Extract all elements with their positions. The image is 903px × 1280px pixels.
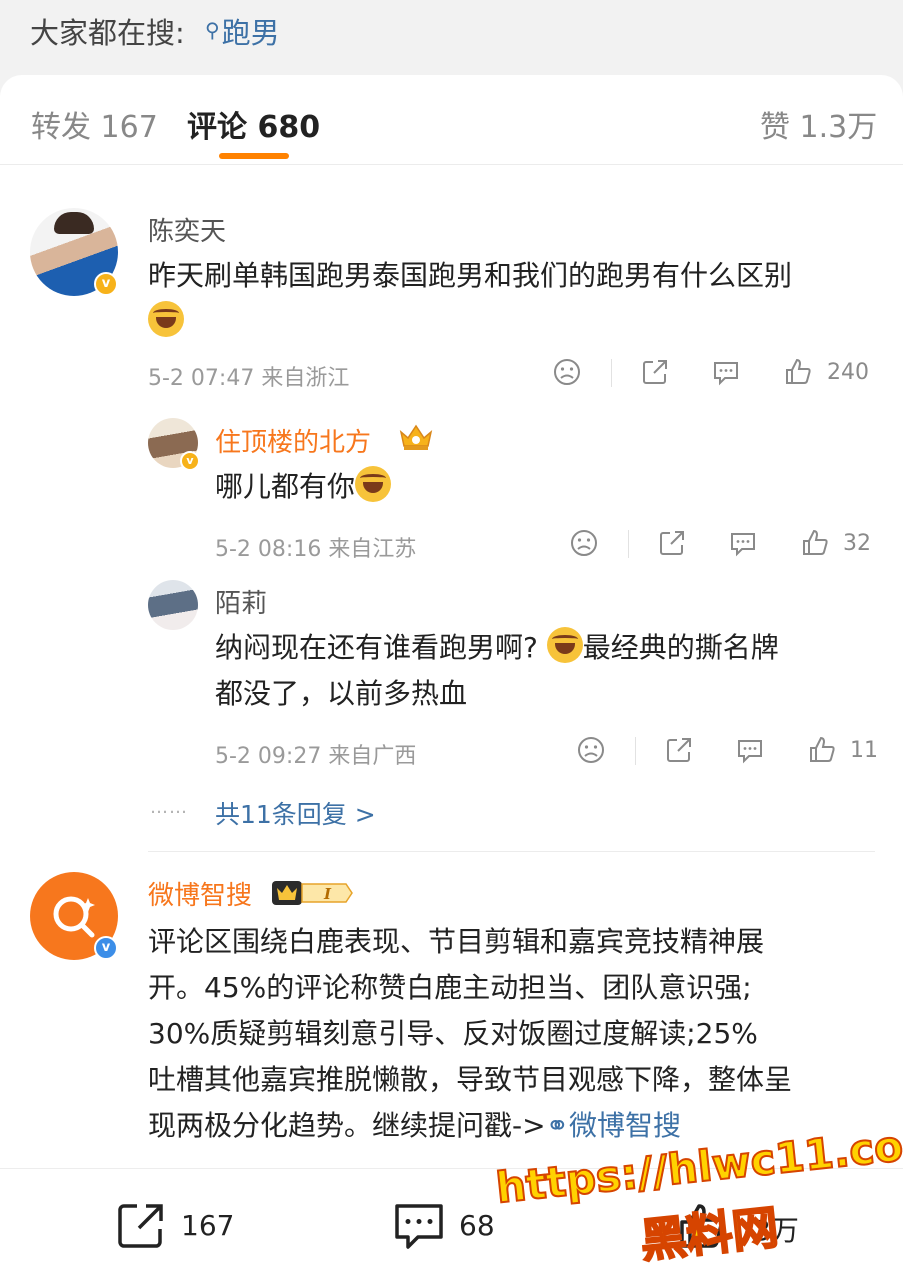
summary-line: 吐槽其他嘉宾推脱懒散，导致节目观感下降，整体呈	[148, 1063, 793, 1096]
action-separator	[628, 530, 629, 558]
active-tab-indicator	[219, 153, 289, 159]
crown-badge-icon	[399, 424, 433, 450]
comment-username[interactable]: 陈奕天	[148, 211, 226, 248]
share-icon[interactable]	[640, 357, 670, 387]
tab-bar: 转发 167 评论 680 赞 1.3万	[0, 75, 903, 165]
like-icon[interactable]	[783, 357, 813, 387]
share-icon[interactable]	[657, 528, 687, 558]
like-count: 32	[843, 531, 871, 556]
reply-username[interactable]: 陌莉	[215, 583, 267, 620]
dislike-icon[interactable]	[552, 357, 582, 387]
tab-repost[interactable]: 转发 167	[31, 102, 158, 146]
reply-text: 纳闷现在还有谁看跑男啊? 最经典的撕名牌 都没了，以前多热血	[215, 625, 875, 717]
badge-level-text: I	[323, 885, 332, 903]
level-badge-icon: I	[272, 881, 353, 905]
action-separator	[611, 359, 612, 387]
summary-line: 评论区围绕白鹿表现、节目剪辑和嘉宾竞技精神展	[148, 925, 765, 958]
cry-laugh-emoji-icon	[546, 627, 583, 663]
like-count: 240	[827, 360, 869, 385]
like-icon[interactable]	[807, 735, 837, 765]
reply-meta: 5-2 09:27 来自广西	[215, 744, 417, 769]
reply-text-part1: 纳闷现在还有谁看跑男啊?	[215, 631, 538, 664]
share-icon	[118, 1204, 163, 1248]
bottom-comment-count: 68	[459, 1209, 495, 1242]
summary-line: 现两极分化趋势。继续提问戳->	[148, 1109, 546, 1142]
comment-meta: 5-2 07:47 来自浙江	[148, 366, 350, 391]
more-replies-link[interactable]: 共11条回复 >	[215, 795, 376, 831]
cry-laugh-emoji-icon	[355, 466, 392, 502]
tab-comment[interactable]: 评论 680	[187, 102, 320, 146]
reply-icon[interactable]	[728, 528, 758, 558]
tab-like[interactable]: 赞 1.3万	[760, 102, 877, 146]
reply-meta: 5-2 08:16 来自江苏	[215, 537, 417, 562]
laugh-emoji-icon	[148, 301, 184, 337]
search-keyword: 跑男	[221, 16, 280, 50]
comment-text: 昨天刷单韩国跑男泰国跑男和我们的跑男有什么区别	[148, 253, 878, 345]
verified-gold-icon: v	[180, 451, 200, 471]
like-count: 11	[850, 738, 878, 763]
reply-text-part2: 最经典的撕名牌	[582, 631, 779, 664]
like-icon[interactable]	[800, 528, 830, 558]
reply-icon[interactable]	[735, 735, 765, 765]
comment-icon	[395, 1204, 443, 1249]
verified-blue-icon: v	[94, 936, 118, 960]
comment-text-content: 昨天刷单韩国跑男泰国跑男和我们的跑男有什么区别	[148, 259, 793, 292]
hair-shape	[54, 212, 94, 234]
search-hint-bar: 大家都在搜: ⚲跑男	[0, 0, 903, 75]
search-hint-label: 大家都在搜:	[30, 16, 185, 50]
share-icon[interactable]	[664, 735, 694, 765]
smart-search-link[interactable]: 微博智搜	[569, 1109, 681, 1142]
reply-text: 哪儿都有你	[215, 464, 392, 510]
comments-card: 转发 167 评论 680 赞 1.3万 v 陈奕天 昨天刷单韩国跑男泰国跑男和…	[0, 75, 903, 1280]
bottom-repost-count: 167	[181, 1209, 235, 1242]
avatar[interactable]	[148, 580, 198, 630]
link-icon: ⚭	[545, 1109, 570, 1142]
summary-line: 30%质疑剪辑刻意引导、反对饭圈过度解读;25%	[148, 1017, 758, 1050]
reply-icon[interactable]	[711, 357, 741, 387]
reply-username[interactable]: 住顶楼的北方	[215, 422, 371, 459]
comment-divider	[148, 851, 875, 852]
search-keyword-link[interactable]: ⚲跑男	[205, 10, 280, 52]
comment-username[interactable]: 微博智搜	[148, 875, 252, 912]
verified-gold-icon: v	[94, 272, 118, 296]
dislike-icon[interactable]	[576, 735, 606, 765]
more-replies-dots: ……	[150, 797, 188, 818]
search-icon: ⚲	[205, 18, 220, 42]
reply-text-content: 哪儿都有你	[215, 470, 356, 503]
reply-text-part3: 都没了，以前多热血	[215, 677, 468, 710]
comment-text: 评论区围绕白鹿表现、节目剪辑和嘉宾竞技精神展 开。45%的评论称赞白鹿主动担当、…	[148, 919, 888, 1149]
dislike-icon[interactable]	[569, 528, 599, 558]
summary-line: 开。45%的评论称赞白鹿主动担当、团队意识强;	[148, 971, 752, 1004]
action-separator	[635, 737, 636, 765]
